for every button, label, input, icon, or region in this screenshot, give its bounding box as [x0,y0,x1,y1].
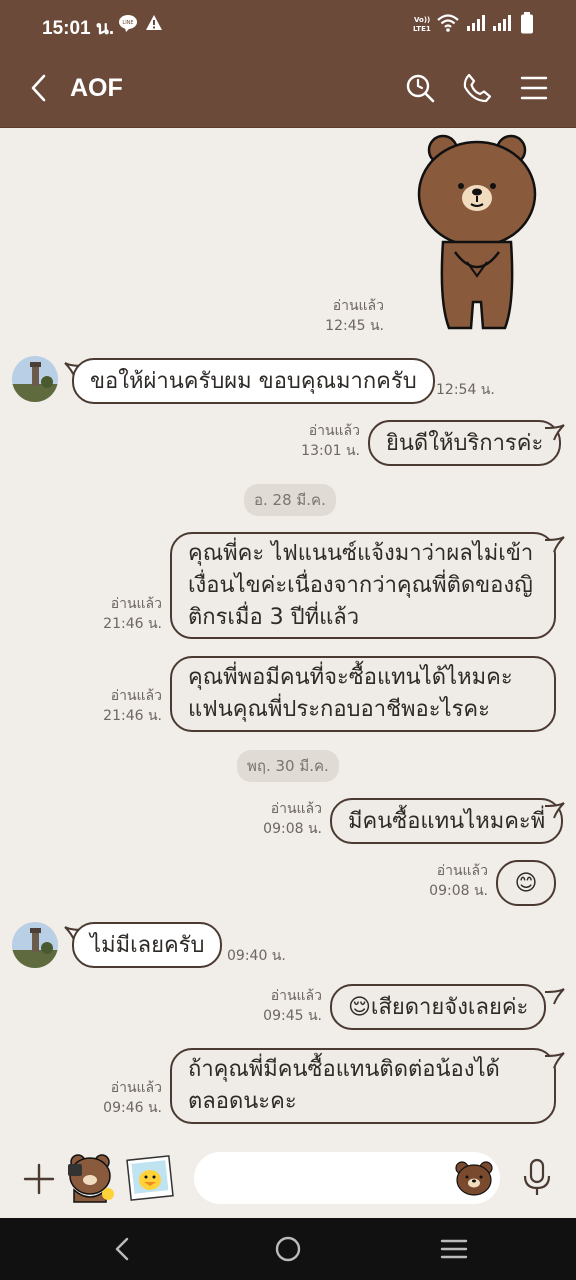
message-bubble-outgoing[interactable]: ถ้าคุณพี่มีคนซื้อแทนติดต่อน้องได้ ตลอดนะ… [170,1048,556,1124]
message-time: 09:46 น. [103,1100,162,1116]
message-time: 21:46 น. [103,616,162,632]
date-separator: พฤ. 30 มี.ค. [237,750,339,782]
read-receipt: อ่านแล้ว [110,688,162,704]
bubble-tail [545,536,565,553]
message-meta: อ่านแล้ว 21:46 น. [98,686,162,726]
read-receipt: อ่านแล้ว [110,1080,162,1096]
read-receipt: อ่านแล้ว [270,988,322,1004]
message-meta: อ่านแล้ว 09:45 น. [252,986,322,1026]
read-receipt: อ่านแล้ว [332,298,384,314]
svg-text:LINE: LINE [122,20,133,26]
chat-header: AOF [0,48,576,128]
message-time: 09:40 น. [227,948,286,964]
nav-home-icon[interactable] [274,1235,302,1263]
message-time: 09:08 น. [429,883,488,899]
read-receipt: อ่านแล้ว [308,423,360,439]
message-bubble-outgoing[interactable]: มีคนซื้อแทนไหมคะพี่ [330,798,564,844]
message-time: 09:45 น. [263,1008,322,1024]
message-bubble-outgoing[interactable]: คุณพี่คะ ไฟแนนซ์แจ้งมาว่าผลไม่เข้า เงื่อ… [170,532,556,639]
message-bubble-outgoing[interactable]: คุณพี่พอมีคนที่จะซื้อแทนได้ไหมคะ แฟนคุณพ… [170,656,556,732]
read-receipt: อ่านแล้ว [436,863,488,879]
avatar[interactable] [12,922,58,968]
message-bubble-incoming[interactable]: ขอให้ผ่านครับผม ขอบคุณมากครับ [72,358,435,404]
system-nav-bar [0,1218,576,1280]
message-time: 12:54 น. [436,382,495,398]
wifi-icon [437,14,459,32]
emoji-message[interactable]: 😊 [496,860,556,906]
sticker-sally-icon[interactable] [126,1154,174,1202]
message-line: ตลอดนะคะ [188,1089,297,1114]
volte-icon: Vo)) LTE1 [413,16,431,32]
bubble-tail [545,424,565,441]
svg-text:LTE1: LTE1 [413,25,431,32]
message-bubble-outgoing[interactable]: ยินดีให้บริการค่ะ [368,420,562,466]
nav-recents-icon[interactable] [440,1237,468,1261]
message-line: ถ้าคุณพี่มีคนซื้อแทนติดต่อน้องได้ [188,1057,500,1082]
message-meta: อ่านแล้ว 21:46 น. [98,594,162,634]
nav-back-icon[interactable] [110,1236,136,1262]
message-time: 13:01 น. [301,443,360,459]
emoji-bear-icon[interactable] [454,1160,494,1196]
bubble-tail [545,1052,565,1069]
message-line: คุณพี่พอมีคนที่จะซื้อแทนได้ไหมคะ [188,665,513,690]
signal-icon [467,15,485,31]
battery-icon [521,12,533,34]
message-meta: อ่านแล้ว 09:46 น. [98,1078,162,1118]
svg-text:Vo)): Vo)) [414,16,430,24]
alert-icon [146,15,162,30]
back-icon[interactable] [26,72,54,104]
chat-area[interactable]: อ่านแล้ว 12:45 น. ขอให้ผ่านครับผม ขอบคุณ… [0,128,576,1140]
message-meta: อ่านแล้ว 09:08 น. [250,799,322,839]
status-bar: 15:01 น. LINE Vo)) LTE1 [0,0,576,48]
chat-title[interactable]: AOF [70,74,123,103]
menu-icon[interactable] [518,72,550,104]
date-separator: อ. 28 มี.ค. [244,484,336,516]
message-line: ติกรเมื่อ 3 ปีที่แล้ว [188,605,360,630]
bubble-tail [545,802,565,819]
message-line: เงื่อนไขค่ะเนื่องจากว่าคุณพี่ติดของญิ [188,573,533,598]
message-meta: อ่านแล้ว 13:01 น. [290,421,360,461]
signal-icon [493,15,511,31]
message-meta: อ่านแล้ว 09:08 น. [418,861,488,901]
line-icon: LINE [119,15,137,32]
message-time: 21:46 น. [103,708,162,724]
message-bubble-incoming[interactable]: ไม่มีเลยครับ [72,922,223,968]
message-input-bar [0,1140,576,1218]
message-time: 12:45 น. [325,318,384,334]
read-receipt: อ่านแล้ว [110,596,162,612]
message-meta: อ่านแล้ว 12:45 น. [318,296,384,336]
avatar[interactable] [12,356,58,402]
message-time: 09:08 น. [263,821,322,837]
sticker-brown-icon[interactable] [64,1150,118,1204]
search-icon[interactable] [404,72,436,104]
status-time: 15:01 น. [42,18,115,39]
brown-bear-sticker[interactable] [415,132,541,336]
plus-icon[interactable] [22,1162,56,1196]
bubble-tail [545,988,565,1005]
message-line: แฟนคุณพี่ประกอบอาชีพอะไรคะ [188,697,490,722]
mic-icon[interactable] [522,1158,552,1198]
phone-icon[interactable] [461,72,493,104]
message-bubble-outgoing[interactable]: 😌เสียดายจังเลยค่ะ [330,984,547,1030]
message-line: คุณพี่คะ ไฟแนนซ์แจ้งมาว่าผลไม่เข้า [188,541,534,566]
read-receipt: อ่านแล้ว [270,801,322,817]
